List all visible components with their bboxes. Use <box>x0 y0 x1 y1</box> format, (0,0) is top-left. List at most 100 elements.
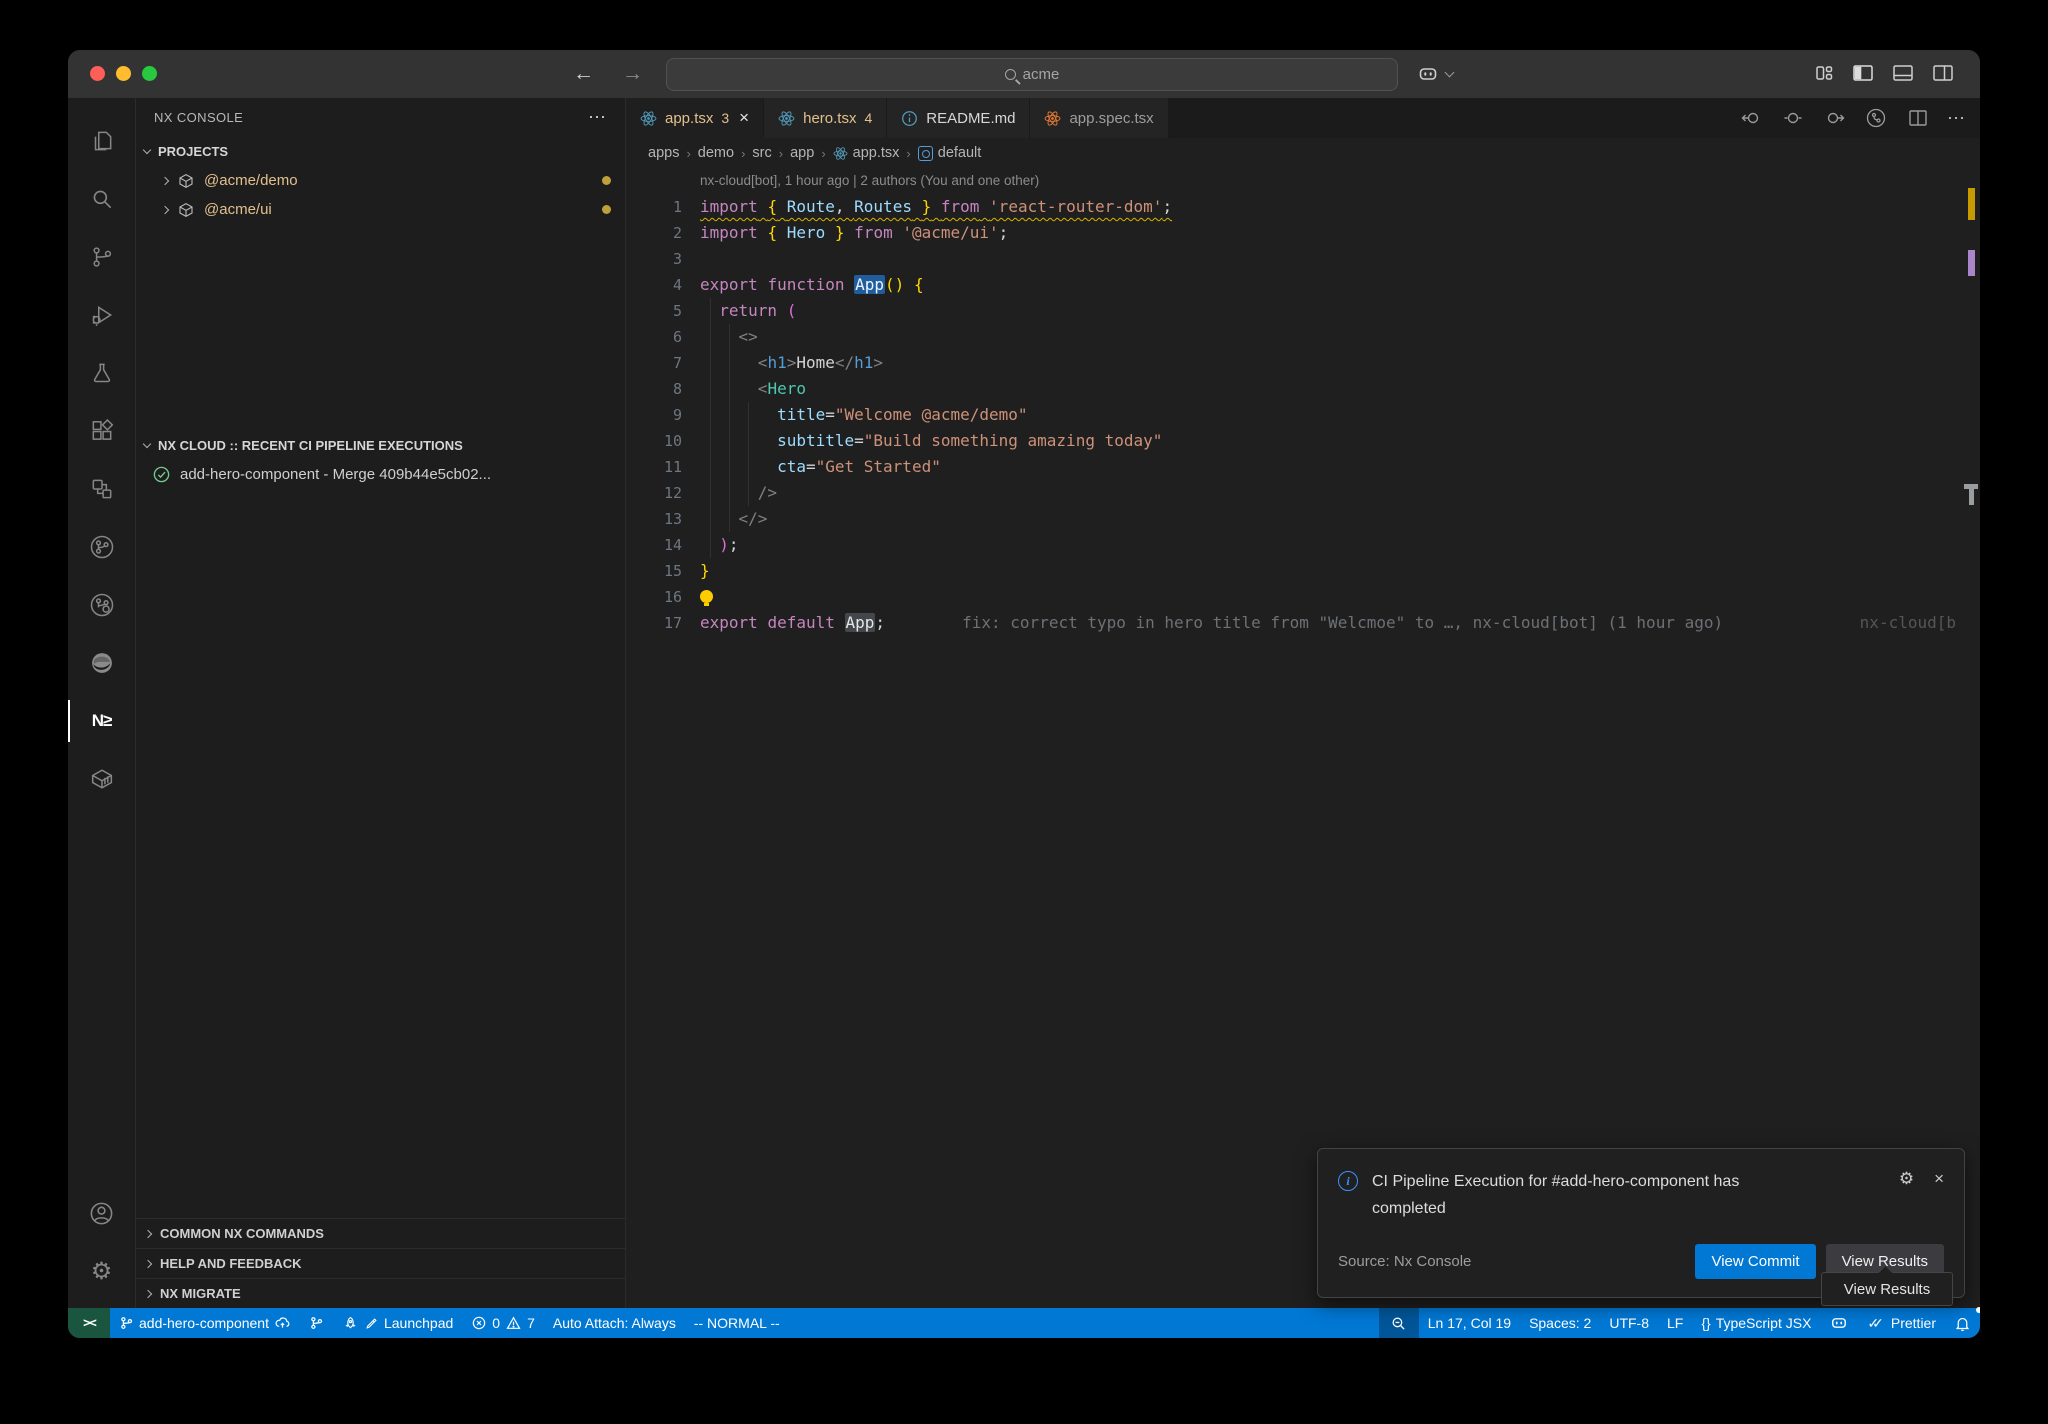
section-common-nx-commands[interactable]: COMMON NX COMMANDS <box>136 1218 625 1248</box>
branch-status-item[interactable]: add-hero-component <box>110 1308 300 1338</box>
code-line[interactable]: 2import { Hero } from '@acme/ui'; <box>626 220 1980 246</box>
language-mode-status-item[interactable]: {} TypeScript JSX <box>1692 1308 1820 1338</box>
close-window-button[interactable] <box>90 66 105 81</box>
nx-cloud-section-header[interactable]: NX CLOUD :: RECENT CI PIPELINE EXECUTION… <box>136 430 625 460</box>
toggle-primary-sidebar-icon[interactable] <box>1851 62 1875 84</box>
modified-dot <box>602 205 611 214</box>
blame-codelens[interactable]: nx-cloud[bot], 1 hour ago | 2 authors (Y… <box>626 168 1980 194</box>
commit-graph-action-icon[interactable] <box>1863 106 1889 130</box>
copilot-status-item[interactable] <box>1820 1308 1858 1338</box>
project-item-acme-ui[interactable]: @acme/ui <box>136 195 625 224</box>
code-line[interactable]: 10 subtitle="Build something amazing tod… <box>626 428 1980 454</box>
view-commit-button[interactable]: View Commit <box>1695 1244 1815 1279</box>
accounts-icon[interactable] <box>78 1184 126 1242</box>
notifications-bell[interactable] <box>1945 1308 1980 1338</box>
tab-label: app.tsx <box>665 110 713 127</box>
projects-section-header[interactable]: PROJECTS <box>136 136 625 166</box>
notification-settings-gear-icon[interactable]: ⚙ <box>1899 1169 1914 1189</box>
vim-mode-status-item[interactable]: -- NORMAL -- <box>685 1308 789 1338</box>
section-help-and-feedback[interactable]: HELP AND FEEDBACK <box>136 1248 625 1278</box>
run-debug-icon[interactable] <box>78 286 126 344</box>
auto-attach-status-item[interactable]: Auto Attach: Always <box>544 1308 685 1338</box>
code-line[interactable]: 11 cta="Get Started" <box>626 454 1980 480</box>
code-line[interactable]: 5 return ( <box>626 298 1980 324</box>
maximize-window-button[interactable] <box>142 66 157 81</box>
breadcrumb-demo[interactable]: demo <box>698 145 734 161</box>
breadcrumb-src[interactable]: src <box>752 145 771 161</box>
code-line[interactable]: 17export default App; fix: correct typo … <box>626 610 1980 636</box>
toggle-panel-icon[interactable] <box>1891 62 1915 84</box>
problems-status-item[interactable]: 0 7 <box>462 1308 544 1338</box>
search-sidebar-icon[interactable] <box>78 170 126 228</box>
customize-layout-icon[interactable] <box>1813 62 1835 84</box>
minimize-window-button[interactable] <box>116 66 131 81</box>
code-line[interactable]: 13 </> <box>626 506 1980 532</box>
sidebar-more-actions-icon[interactable]: ⋯ <box>588 107 607 128</box>
breadcrumb-file[interactable]: app.tsx <box>833 145 900 161</box>
eol-status-item[interactable]: LF <box>1658 1308 1692 1338</box>
code-line[interactable]: 9 title="Welcome @acme/demo" <box>626 402 1980 428</box>
source-control-icon[interactable] <box>78 228 126 286</box>
next-change-icon[interactable] <box>1822 107 1846 129</box>
commit-graph-icon[interactable] <box>78 576 126 634</box>
toggle-secondary-sidebar-icon[interactable] <box>1931 62 1955 84</box>
code-editor[interactable]: nx-cloud[bot], 1 hour ago | 2 authors (Y… <box>626 168 1980 1308</box>
notification-source: Source: Nx Console <box>1338 1253 1471 1270</box>
split-editor-icon[interactable] <box>1906 107 1930 129</box>
notification-close-icon[interactable]: × <box>1934 1169 1944 1189</box>
pipeline-execution-item[interactable]: add-hero-component - Merge 409b44e5cb02.… <box>136 460 625 489</box>
code-line[interactable]: 1import { Route, Routes } from 'react-ro… <box>626 194 1980 220</box>
prev-change-icon[interactable] <box>1740 107 1764 129</box>
extensions-icon[interactable] <box>78 402 126 460</box>
code-line[interactable]: 16 <box>626 584 1980 610</box>
nav-back-icon[interactable]: ← <box>573 62 594 86</box>
current-change-icon[interactable] <box>1781 107 1805 129</box>
sidebar-title: NX CONSOLE <box>154 110 243 125</box>
bell-icon <box>1954 1315 1971 1332</box>
testing-icon[interactable] <box>78 344 126 402</box>
overview-ruler-mark <box>1968 250 1975 276</box>
explorer-icon[interactable] <box>78 112 126 170</box>
code-line[interactable]: 15} <box>626 558 1980 584</box>
code-line[interactable]: 6 <> <box>626 324 1980 350</box>
settings-gear-icon[interactable]: ⚙ <box>78 1242 126 1300</box>
code-line[interactable]: 8 <Hero <box>626 376 1980 402</box>
edge-devtools-icon[interactable] <box>78 634 126 692</box>
tab-readme-md[interactable]: README.md <box>887 98 1030 138</box>
quick-fix-lightbulb-icon[interactable] <box>700 590 713 603</box>
breadcrumb-app[interactable]: app <box>790 145 814 161</box>
indentation-status-item[interactable]: Spaces: 2 <box>1520 1308 1600 1338</box>
scm-graph-status-item[interactable] <box>300 1308 333 1338</box>
launchpad-status-item[interactable]: Launchpad <box>333 1308 462 1338</box>
nav-forward-icon[interactable]: → <box>622 62 643 86</box>
nx-console-icon[interactable]: N≥ <box>78 692 126 750</box>
line-number: 3 <box>626 246 682 272</box>
code-line[interactable]: 4export function App() { <box>626 272 1980 298</box>
containers-icon[interactable] <box>78 750 126 808</box>
tab-app-spec-tsx[interactable]: app.spec.tsx <box>1030 98 1168 138</box>
section-nx-migrate[interactable]: NX MIGRATE <box>136 1278 625 1308</box>
zoom-out-status-item[interactable] <box>1379 1308 1419 1338</box>
code-line[interactable]: 12 /> <box>626 480 1980 506</box>
breadcrumb-symbol[interactable]: default <box>918 145 982 161</box>
copilot-menu[interactable] <box>1416 62 1453 86</box>
cursor-position-status-item[interactable]: Ln 17, Col 19 <box>1419 1308 1520 1338</box>
close-tab-icon[interactable]: × <box>739 108 749 128</box>
project-graph-icon[interactable] <box>78 460 126 518</box>
tab-label: app.spec.tsx <box>1069 110 1153 127</box>
encoding-status-item[interactable]: UTF-8 <box>1600 1308 1658 1338</box>
git-graph-icon[interactable] <box>78 518 126 576</box>
git-branch-icon <box>119 1315 134 1331</box>
code-line[interactable]: 3 <box>626 246 1980 272</box>
editor-more-actions-icon[interactable]: ⋯ <box>1947 108 1966 129</box>
indent-guide <box>729 324 730 532</box>
remote-indicator[interactable]: >< <box>68 1308 110 1338</box>
code-line[interactable]: 14 ); <box>626 532 1980 558</box>
breadcrumb-apps[interactable]: apps <box>648 145 679 161</box>
command-center-search[interactable]: acme <box>666 58 1398 91</box>
tab-app-tsx[interactable]: app.tsx 3 × <box>626 98 764 138</box>
tab-hero-tsx[interactable]: hero.tsx 4 <box>764 98 887 138</box>
code-line[interactable]: 7 <h1>Home</h1> <box>626 350 1980 376</box>
prettier-status-item[interactable]: ✓✓ Prettier <box>1858 1308 1945 1338</box>
project-item-acme-demo[interactable]: @acme/demo <box>136 166 625 195</box>
